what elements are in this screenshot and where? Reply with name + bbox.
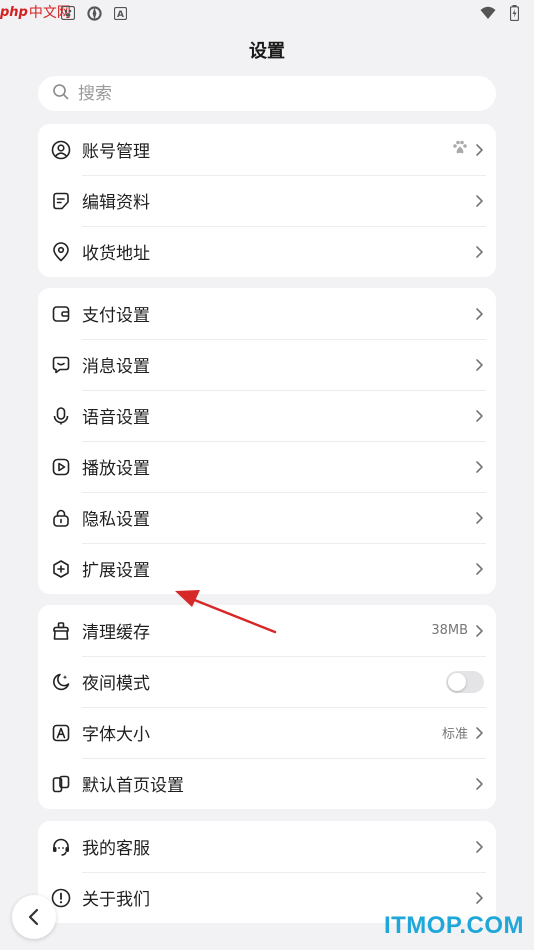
chevron-right-icon [476,624,483,637]
row-shipping-address[interactable]: 收货地址 [38,226,496,277]
itmop-watermark: ITMOP.COM [383,912,524,939]
wifi-icon [480,5,496,21]
row-label: 字体大小 [82,725,150,745]
row-message-settings[interactable]: 消息设置 [38,339,496,390]
row-label: 隐私设置 [82,510,150,530]
row-right [474,226,484,277]
row-label: 收货地址 [82,244,150,264]
row-right [474,543,484,594]
status-bar: php 中文网 A [0,0,534,28]
row-account-management[interactable]: 账号管理 [38,124,496,175]
headset-icon [50,836,72,858]
row-label: 扩展设置 [82,561,150,581]
row-customer-service[interactable]: 我的客服 [38,821,496,872]
plus-hexagon-icon [50,558,72,580]
battery-icon [506,5,522,21]
row-right [474,758,484,809]
svg-text:A: A [117,10,124,20]
row-label: 关于我们 [82,890,150,910]
font-size-icon [50,722,72,744]
row-right: 标准 [442,707,484,758]
row-default-homepage[interactable]: 默认首页设置 [38,758,496,809]
chevron-right-icon [476,245,483,258]
toggle-knob [448,672,466,691]
chevron-right-icon [476,511,483,524]
aperture-status-icon [86,5,102,21]
support-card: 我的客服 关于我们 [38,821,496,923]
search-input[interactable] [78,83,458,104]
row-playback-settings[interactable]: 播放设置 [38,441,496,492]
row-font-size[interactable]: 字体大小 标准 [38,707,496,758]
row-privacy-settings[interactable]: 隐私设置 [38,492,496,543]
lock-icon [50,507,72,529]
moon-icon [50,671,72,693]
row-label: 我的客服 [82,839,150,859]
row-right [446,656,484,707]
row-label: 编辑资料 [82,193,150,213]
cache-size-value: 38MB [431,623,468,638]
chevron-right-icon [476,840,483,853]
row-label: 语音设置 [82,408,150,428]
row-label: 播放设置 [82,459,150,479]
row-label: 清理缓存 [82,623,150,643]
microphone-icon [50,405,72,427]
row-label: 账号管理 [82,142,150,162]
row-label: 支付设置 [82,306,150,326]
row-right [474,821,484,872]
chevron-right-icon [476,562,483,575]
row-label: 消息设置 [82,357,150,377]
message-icon [50,354,72,376]
row-right [452,124,484,175]
page-title: 设置 [249,41,285,62]
status-icons-left: A [60,5,128,21]
broom-icon [50,620,72,642]
row-right [474,492,484,543]
row-right [474,339,484,390]
row-right: 38MB [431,605,484,656]
search-icon [52,83,70,105]
play-icon [50,456,72,478]
font-size-value: 标准 [441,727,468,742]
paw-icon [452,140,468,159]
row-right [474,441,484,492]
row-right [474,288,484,339]
annotation-arrow [175,590,277,634]
chevron-right-icon [476,726,483,739]
status-icons-right [480,5,522,21]
chevron-right-icon [476,143,483,156]
row-right [474,390,484,441]
location-pin-icon [50,241,72,263]
chevron-right-icon [476,409,483,422]
row-label: 夜间模式 [82,674,150,694]
paw-status-icon [60,5,76,21]
row-right [474,175,484,226]
chevron-right-icon [476,307,483,320]
info-icon [50,887,72,909]
chevron-left-icon [28,908,39,926]
row-label: 默认首页设置 [82,776,184,796]
wallet-icon [50,303,72,325]
back-button[interactable] [12,895,56,939]
a-status-icon: A [112,5,128,21]
edit-note-icon [50,190,72,212]
chevron-right-icon [476,460,483,473]
row-voice-settings[interactable]: 语音设置 [38,390,496,441]
user-circle-icon [50,139,72,161]
chevron-right-icon [476,891,483,904]
search-bar[interactable] [38,76,496,111]
chevron-right-icon [476,194,483,207]
row-edit-profile[interactable]: 编辑资料 [38,175,496,226]
general-settings-card: 支付设置 消息设置 语音设置 播放设置 隐私设置 扩展设置 [38,288,496,594]
row-night-mode: 夜间模式 [38,656,496,707]
chevron-right-icon [476,358,483,371]
chevron-right-icon [476,777,483,790]
night-mode-toggle[interactable] [446,670,484,693]
account-settings-card: 账号管理 编辑资料 收货地址 [38,124,496,277]
home-pages-icon [50,773,72,795]
php-watermark-text: php [0,4,28,20]
row-payment-settings[interactable]: 支付设置 [38,288,496,339]
